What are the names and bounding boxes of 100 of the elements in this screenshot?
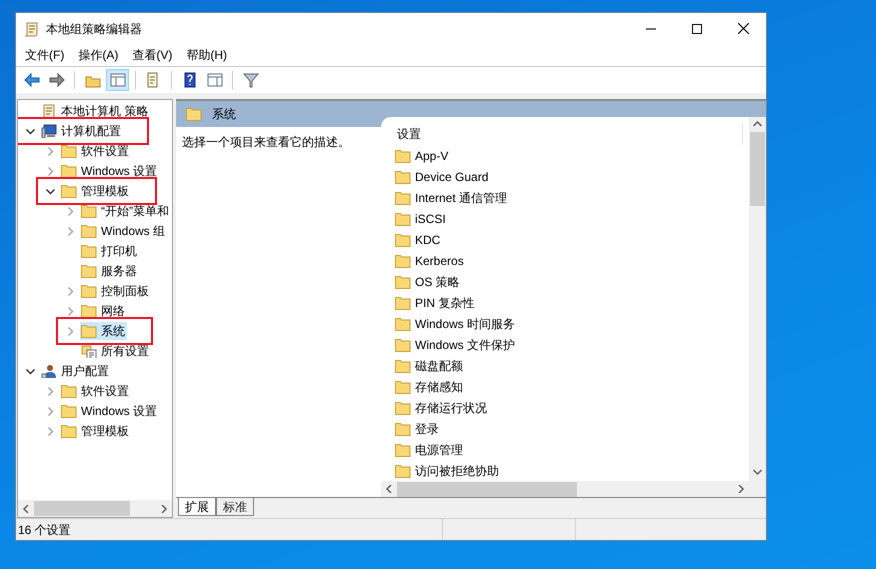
tree-item[interactable]: 打印机 — [80, 242, 139, 260]
tree-item[interactable]: 用户配置 — [40, 362, 111, 380]
scroll-icon — [24, 20, 40, 36]
scroll-left-icon[interactable] — [22, 504, 30, 512]
folder-icon — [395, 254, 411, 268]
scroll-right-icon[interactable] — [737, 485, 745, 493]
list-item[interactable]: 电源管理 — [395, 439, 463, 460]
tree-item[interactable]: 所有设置 — [80, 342, 151, 360]
scroll-left-icon[interactable] — [385, 485, 393, 493]
list-item[interactable]: iSCSI — [395, 208, 446, 229]
list-item[interactable]: Device Guard — [395, 166, 488, 187]
left-arrow-icon — [24, 72, 40, 88]
list-item[interactable]: Internet 通信管理 — [395, 187, 508, 208]
tree-item[interactable]: 软件设置 — [60, 142, 131, 160]
folder-icon — [395, 400, 411, 414]
list-item[interactable]: 登录 — [395, 418, 439, 439]
collapse-chevron-icon[interactable] — [26, 366, 34, 376]
folder-icon — [395, 422, 411, 436]
description-text: 选择一个项目来查看它的描述。 — [182, 135, 350, 149]
folder-icon — [61, 404, 77, 418]
list-item[interactable]: Kerberos — [395, 250, 464, 271]
scroll-down-icon[interactable] — [753, 469, 762, 475]
list-item[interactable]: Windows 时间服务 — [395, 313, 516, 334]
vertical-scrollbar[interactable] — [749, 117, 766, 481]
computer-icon — [41, 124, 57, 138]
folder-icon — [61, 144, 77, 158]
tab[interactable]: 扩展 — [178, 498, 216, 516]
folder-icon — [81, 204, 97, 218]
maximize-icon — [692, 24, 702, 34]
list-item[interactable]: App-V — [395, 145, 448, 166]
window-title: 本地组策略编辑器 — [46, 20, 142, 38]
menu-item[interactable]: 帮助(H) — [179, 44, 234, 66]
collapse-chevron-icon[interactable] — [26, 126, 34, 136]
user-icon — [41, 364, 57, 378]
tree-item[interactable]: Windows 设置 — [60, 402, 160, 420]
expand-chevron-icon[interactable] — [46, 426, 54, 436]
tab[interactable]: 标准 — [216, 498, 254, 516]
folder-icon — [395, 358, 411, 372]
list-item[interactable]: PIN 复杂性 — [395, 292, 474, 313]
list-item[interactable]: 访问被拒绝协助 — [395, 460, 499, 481]
tree-item[interactable]: 本地计算机 策略 — [40, 102, 150, 120]
tree-item[interactable]: 控制面板 — [80, 282, 151, 300]
folder-icon — [81, 224, 97, 238]
scroll-up-icon[interactable] — [753, 121, 762, 127]
folder-icon — [395, 148, 411, 162]
horizontal-scrollbar[interactable] — [381, 481, 766, 497]
list-item[interactable]: 磁盘配额 — [395, 355, 463, 376]
column-header[interactable]: 设置 — [397, 125, 421, 143]
menu-item[interactable]: 查看(V) — [125, 44, 180, 66]
list-item[interactable]: 存储运行状况 — [395, 397, 487, 418]
folder-icon — [81, 244, 97, 258]
menu-item[interactable]: 文件(F) — [18, 44, 72, 66]
folder-icon — [395, 380, 411, 394]
folder-icon — [61, 184, 77, 198]
folder-icon — [61, 424, 77, 438]
folder-icon — [395, 232, 411, 246]
expand-chevron-icon[interactable] — [46, 386, 54, 396]
tree-item[interactable]: 软件设置 — [60, 382, 131, 400]
scroll-thumb[interactable] — [750, 132, 765, 206]
close-icon — [738, 23, 748, 34]
scroll-right-icon[interactable] — [160, 504, 168, 512]
panel-icon — [110, 72, 126, 88]
expand-chevron-icon[interactable] — [66, 286, 74, 296]
scroll-thumb[interactable] — [34, 501, 130, 516]
tree-item[interactable]: 管理模板 — [60, 182, 131, 200]
list-item[interactable]: Windows 文件保护 — [395, 334, 516, 355]
folder-icon — [395, 338, 411, 352]
expand-chevron-icon[interactable] — [46, 166, 54, 176]
tree-item[interactable]: 管理模板 — [60, 422, 131, 440]
list-item[interactable]: KDC — [395, 229, 440, 250]
folder-icon — [395, 190, 411, 204]
expand-chevron-icon[interactable] — [46, 146, 54, 156]
expand-chevron-icon[interactable] — [66, 226, 74, 236]
tree-item[interactable]: 计算机配置 — [40, 122, 123, 140]
collapse-chevron-icon[interactable] — [46, 186, 54, 196]
folder-icon — [61, 164, 77, 178]
scroll-thumb[interactable] — [397, 482, 577, 496]
tree-item[interactable]: 系统 — [80, 322, 127, 340]
folder-icon — [395, 212, 411, 226]
list-item[interactable]: 存储感知 — [395, 376, 463, 397]
expand-chevron-icon[interactable] — [46, 406, 54, 416]
list-item[interactable]: OS 策略 — [395, 271, 460, 292]
menu-item[interactable]: 操作(A) — [71, 44, 126, 66]
tree-item[interactable]: “开始”菜单和 — [80, 202, 171, 220]
status-text: 16 个设置 — [18, 522, 72, 538]
expand-chevron-icon[interactable] — [66, 326, 74, 336]
tree-item[interactable]: Windows 组 — [80, 222, 168, 240]
tree-item[interactable]: 网络 — [80, 302, 127, 320]
expand-chevron-icon[interactable] — [66, 206, 74, 216]
folder-icon — [81, 304, 97, 318]
folder-icon — [395, 296, 411, 310]
tree-item[interactable]: Windows 设置 — [60, 162, 160, 180]
right-arrow-icon — [48, 72, 64, 88]
folder-icon — [81, 284, 97, 298]
horizontal-scrollbar[interactable] — [18, 500, 172, 517]
folder-icon — [395, 442, 411, 456]
expand-chevron-icon[interactable] — [66, 306, 74, 316]
tree-item[interactable]: 服务器 — [80, 262, 139, 280]
settings-page-icon — [81, 344, 97, 358]
folder-icon — [81, 264, 97, 278]
